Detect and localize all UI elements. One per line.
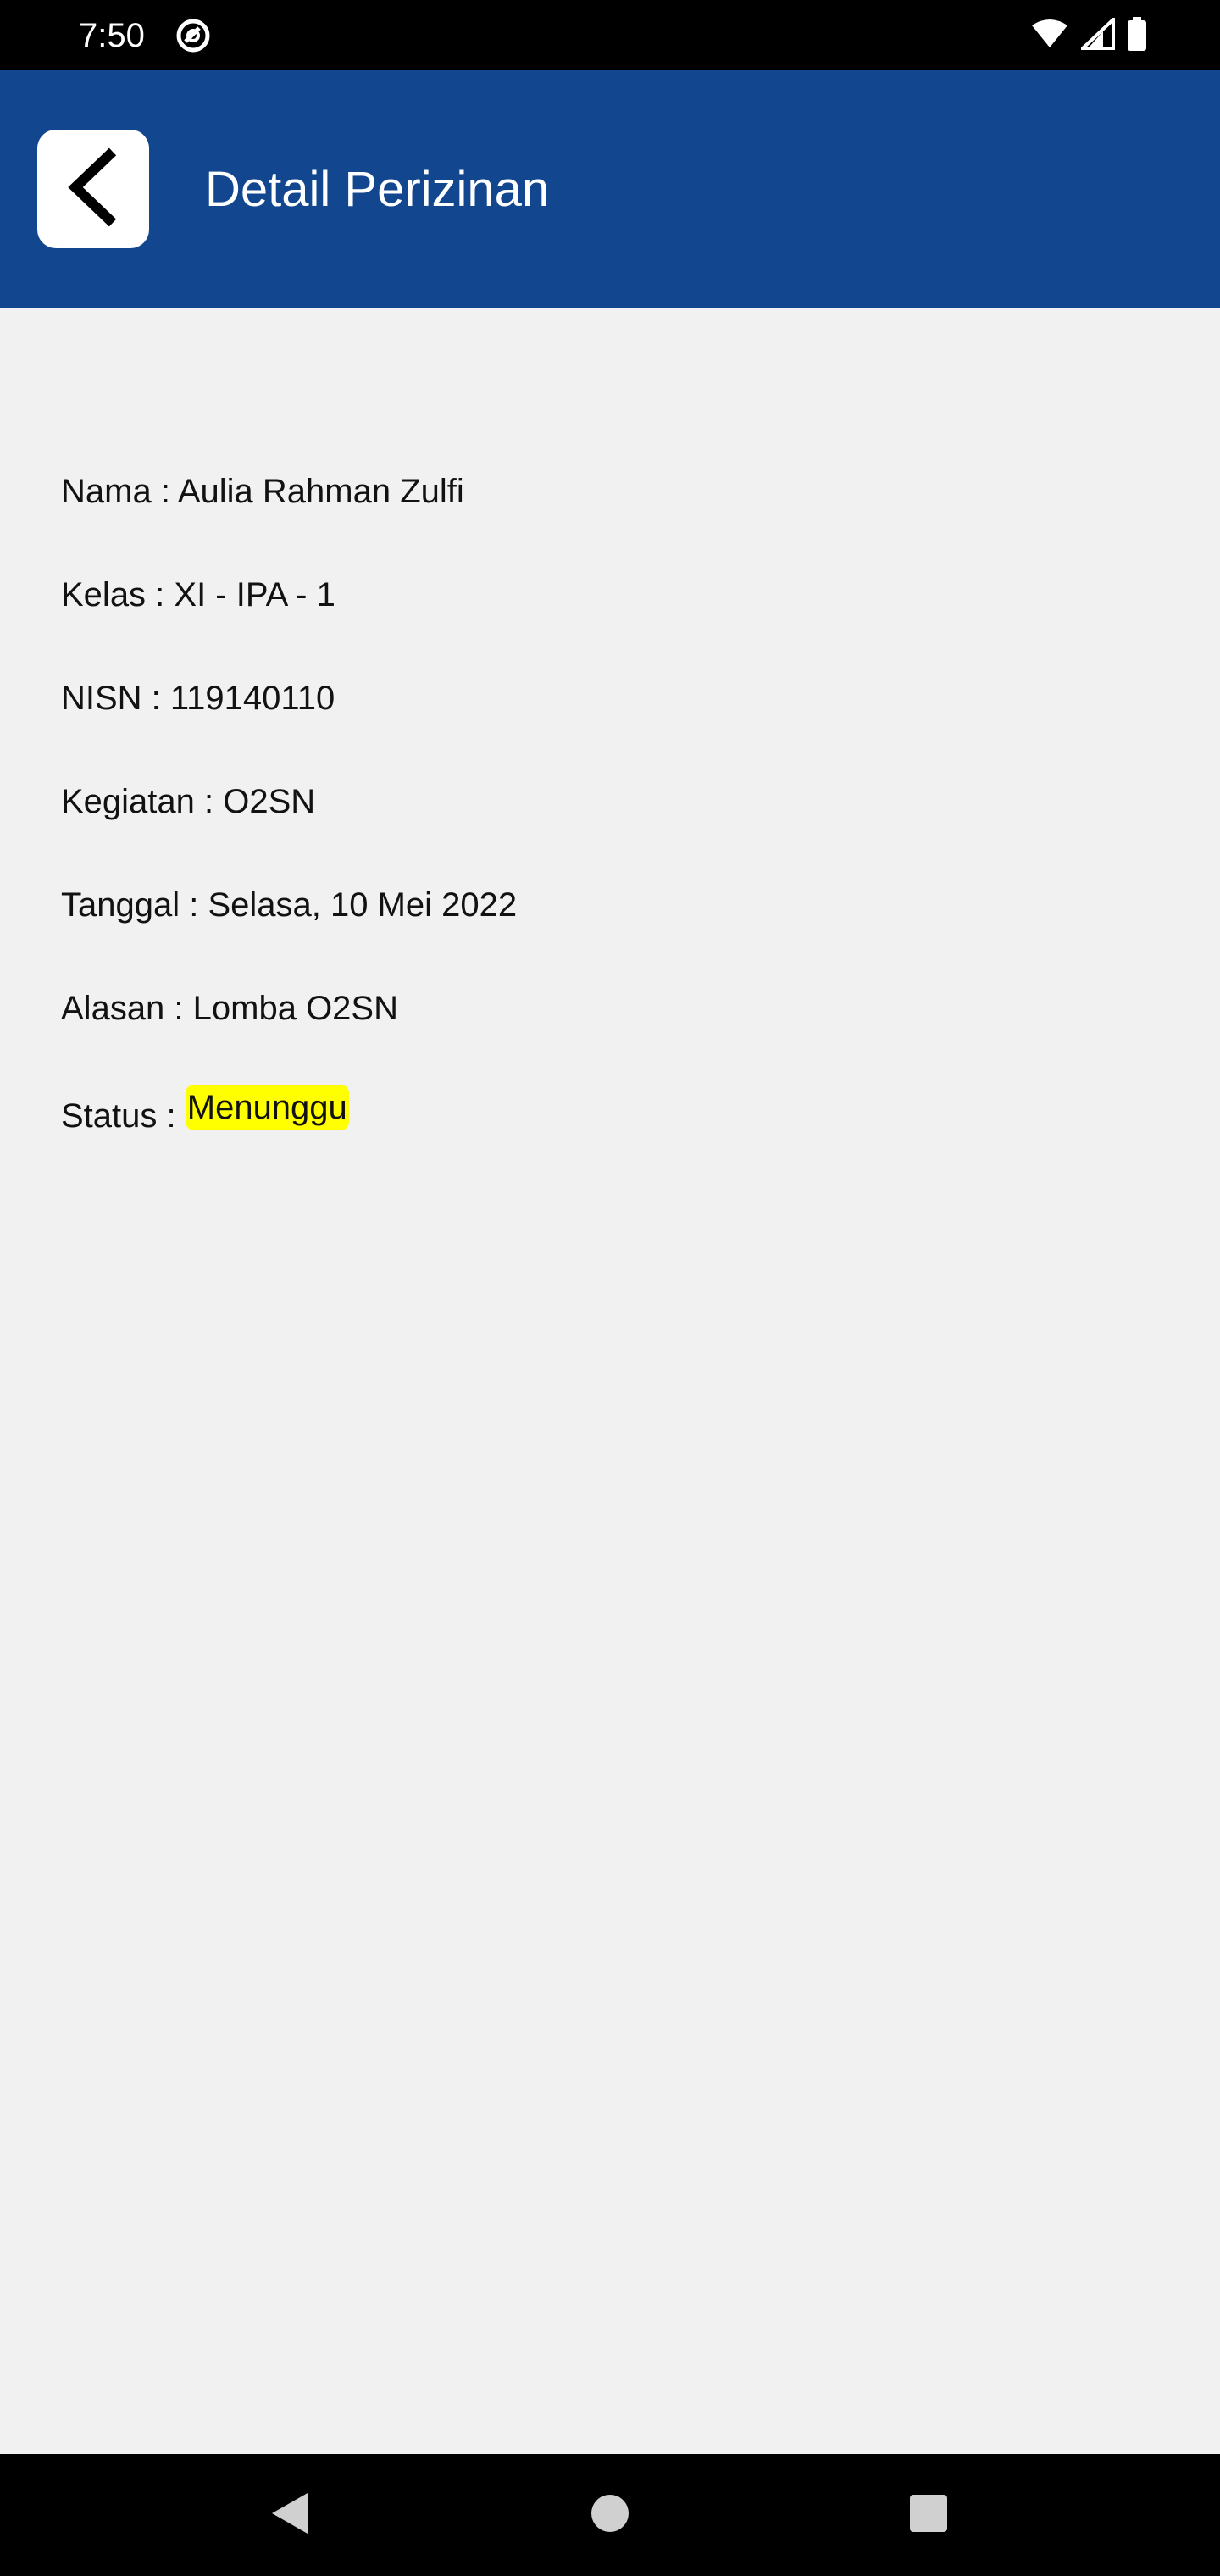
wifi-icon — [1030, 19, 1069, 53]
battery-icon — [1127, 16, 1147, 55]
detail-nisn: NISN : 119140110 — [61, 680, 336, 717]
status-time: 7:50 — [79, 17, 145, 54]
back-nav-button[interactable] — [263, 2488, 317, 2542]
detail-kelas: Kelas : XI - IPA - 1 — [61, 576, 336, 613]
page-title: Detail Perizinan — [205, 162, 550, 217]
status-bar: 7:50 — [0, 0, 1220, 70]
status-icons — [1030, 14, 1147, 56]
home-nav-icon — [590, 2493, 630, 2538]
recents-nav-button[interactable] — [901, 2488, 956, 2542]
detail-kegiatan: Kegiatan : O2SN — [61, 783, 316, 820]
home-nav-button[interactable] — [583, 2488, 637, 2542]
detail-nama: Nama : Aulia Rahman Zulfi — [61, 473, 464, 510]
navigation-bar — [0, 2454, 1220, 2576]
detail-status: Status : Menunggu — [61, 1085, 1162, 1188]
status-badge: Menunggu — [185, 1085, 349, 1130]
cellular-signal-icon — [1078, 14, 1115, 54]
back-nav-icon — [269, 2491, 311, 2540]
status-label: Status : — [61, 1097, 186, 1135]
recents-nav-icon — [909, 2494, 948, 2537]
detail-alasan: Alasan : Lomba O2SN — [61, 990, 398, 1027]
app-bar: Detail Perizinan — [0, 70, 1220, 308]
back-button[interactable] — [37, 130, 149, 248]
do-not-disturb-icon — [175, 17, 212, 54]
detail-tanggal: Tanggal : Selasa, 10 Mei 2022 — [61, 886, 518, 924]
detail-list: Nama : Aulia Rahman Zulfi Kelas : XI - I… — [61, 464, 1162, 1188]
chevron-left-icon — [64, 145, 123, 234]
